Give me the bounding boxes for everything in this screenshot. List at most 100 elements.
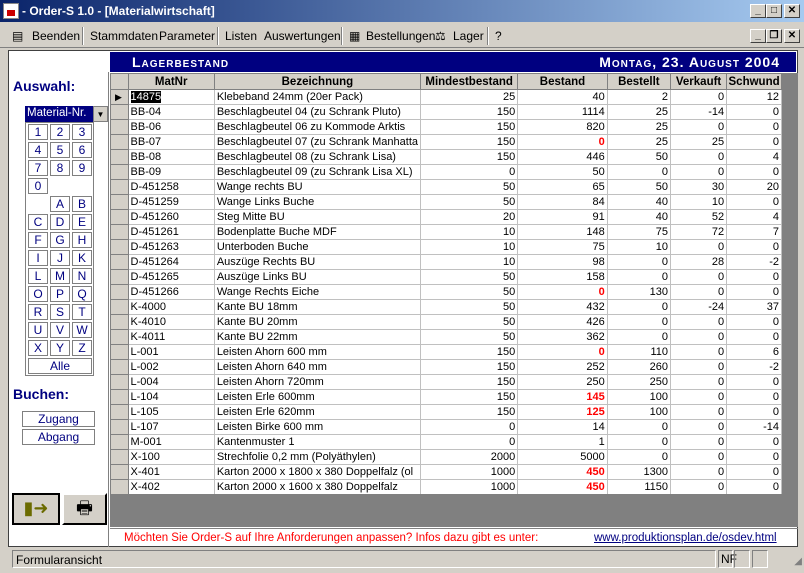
cell-matnr[interactable]: BB-09 <box>127 164 215 180</box>
column-header-matnr[interactable]: MatNr <box>127 73 215 90</box>
cell-schwund[interactable]: 20 <box>726 179 782 195</box>
cell-bezeichnung[interactable]: Bodenplatte Buche MDF <box>213 224 422 240</box>
table-row[interactable]: D-451263 Unterboden Buche 10 75 10 0 0 <box>110 239 782 255</box>
cell-bezeichnung[interactable]: Kante BU 18mm <box>213 299 422 315</box>
cell-matnr[interactable]: X-402 <box>127 479 215 495</box>
key-7-button[interactable]: 7 <box>28 160 48 176</box>
cell-bestand[interactable]: 84 <box>517 194 608 210</box>
cell-schwund[interactable]: -2 <box>726 254 782 270</box>
cell-bezeichnung[interactable]: Beschlagbeutel 04 (zu Schrank Pluto) <box>213 104 422 120</box>
cell-verkauft[interactable]: 0 <box>669 344 728 360</box>
cell-verkauft[interactable]: 0 <box>669 434 728 450</box>
table-row[interactable]: K-4000 Kante BU 18mm 50 432 0 -24 37 <box>110 299 782 315</box>
cell-bezeichnung[interactable]: Leisten Erle 600mm <box>213 389 422 405</box>
cell-mindestbestand[interactable]: 0 <box>419 434 519 450</box>
cell-schwund[interactable]: 37 <box>726 299 782 315</box>
menu-lager[interactable]: Lager <box>453 29 484 43</box>
row-selector[interactable] <box>110 119 129 135</box>
menu-help[interactable]: ? <box>495 29 502 43</box>
cell-schwund[interactable]: 6 <box>726 344 782 360</box>
key-f-button[interactable]: F <box>28 232 48 248</box>
cell-bestellt[interactable]: 40 <box>606 209 671 225</box>
key-c-button[interactable]: C <box>28 214 48 230</box>
row-selector[interactable] <box>110 389 129 405</box>
table-row[interactable]: D-451260 Steg Mitte BU 20 91 40 52 4 <box>110 209 782 225</box>
cell-schwund[interactable]: 0 <box>726 404 782 420</box>
row-selector[interactable] <box>110 374 129 390</box>
key-z-button[interactable]: Z <box>72 340 92 356</box>
table-row[interactable]: D-451261 Bodenplatte Buche MDF 10 148 75 72 7 <box>110 224 782 240</box>
cell-bestellt[interactable]: 110 <box>606 344 671 360</box>
cell-verkauft[interactable]: 52 <box>669 209 728 225</box>
cell-schwund[interactable]: 0 <box>726 389 782 405</box>
key-y-button[interactable]: Y <box>50 340 70 356</box>
cell-verkauft[interactable]: 25 <box>669 134 728 150</box>
table-row[interactable]: D-451264 Auszüge Rechts BU 10 98 0 28 -2 <box>110 254 782 270</box>
cell-schwund[interactable]: 0 <box>726 194 782 210</box>
cell-bestand[interactable]: 14 <box>517 419 608 435</box>
cell-verkauft[interactable]: 0 <box>669 239 728 255</box>
cell-bestand[interactable]: 820 <box>517 119 608 135</box>
row-selector[interactable] <box>110 449 129 465</box>
key-8-button[interactable]: 8 <box>50 160 70 176</box>
cell-mindestbestand[interactable]: 150 <box>419 359 519 375</box>
row-selector[interactable] <box>110 419 129 435</box>
cell-bestellt[interactable]: 130 <box>606 284 671 300</box>
cell-bestellt[interactable]: 0 <box>606 329 671 345</box>
cell-matnr[interactable]: L-104 <box>127 389 215 405</box>
cell-bestellt[interactable]: 0 <box>606 299 671 315</box>
key-l-button[interactable]: L <box>28 268 48 284</box>
cell-bestellt[interactable]: 0 <box>606 164 671 180</box>
resize-grip-icon[interactable]: ◢ <box>794 556 802 567</box>
key-m-button[interactable]: M <box>50 268 70 284</box>
cell-verkauft[interactable]: 10 <box>669 194 728 210</box>
cell-schwund[interactable]: 0 <box>726 314 782 330</box>
table-row[interactable]: BB-04 Beschlagbeutel 04 (zu Schrank Pluto… <box>110 104 782 120</box>
column-header-verkauft[interactable]: Verkauft <box>669 73 728 90</box>
cell-mindestbestand[interactable]: 2000 <box>419 449 519 465</box>
cell-mindestbestand[interactable]: 50 <box>419 179 519 195</box>
cell-schwund[interactable]: 0 <box>726 164 782 180</box>
menu-parameter[interactable]: Parameter <box>159 29 215 43</box>
cell-bezeichnung[interactable]: Kante BU 22mm <box>213 329 422 345</box>
row-selector[interactable] <box>110 179 129 195</box>
cell-matnr[interactable]: D-451263 <box>127 239 215 255</box>
cell-mindestbestand[interactable]: 1000 <box>419 464 519 480</box>
cell-mindestbestand[interactable]: 50 <box>419 314 519 330</box>
row-selector[interactable] <box>110 254 129 270</box>
row-selector[interactable] <box>110 164 129 180</box>
key-j-button[interactable]: J <box>50 250 70 266</box>
cell-matnr[interactable]: X-100 <box>127 449 215 465</box>
menu-bestellungen[interactable]: Bestellungen <box>366 29 435 43</box>
row-selector[interactable] <box>110 314 129 330</box>
cell-matnr[interactable]: D-451264 <box>127 254 215 270</box>
cell-mindestbestand[interactable]: 20 <box>419 209 519 225</box>
cell-bezeichnung[interactable]: Karton 2000 x 1600 x 380 Doppelfalz <box>213 479 422 495</box>
cell-schwund[interactable]: 4 <box>726 149 782 165</box>
cell-schwund[interactable]: 0 <box>726 134 782 150</box>
cell-bezeichnung[interactable]: Wange rechts BU <box>213 179 422 195</box>
cell-bestellt[interactable]: 0 <box>606 314 671 330</box>
cell-bestellt[interactable]: 25 <box>606 104 671 120</box>
key-p-button[interactable]: P <box>50 286 70 302</box>
cell-verkauft[interactable]: 0 <box>669 164 728 180</box>
cell-verkauft[interactable]: 0 <box>669 404 728 420</box>
table-row[interactable]: L-002 Leisten Ahorn 640 mm 150 252 260 0 -2 <box>110 359 782 375</box>
cell-matnr[interactable]: L-001 <box>127 344 215 360</box>
cell-verkauft[interactable]: 0 <box>669 479 728 495</box>
cell-mindestbestand[interactable]: 0 <box>419 164 519 180</box>
footer-link[interactable]: www.produktionsplan.de/osdev.html <box>594 532 777 544</box>
cell-bezeichnung[interactable]: Kantenmuster 1 <box>213 434 422 450</box>
key-u-button[interactable]: U <box>28 322 48 338</box>
cell-bestand[interactable]: 1114 <box>517 104 608 120</box>
row-selector[interactable] <box>110 284 129 300</box>
cell-bestand[interactable]: 0 <box>517 134 608 150</box>
row-selector[interactable] <box>110 404 129 420</box>
key-h-button[interactable]: H <box>72 232 92 248</box>
cell-schwund[interactable]: -2 <box>726 359 782 375</box>
key-5-button[interactable]: 5 <box>50 142 70 158</box>
cell-matnr[interactable]: BB-04 <box>127 104 215 120</box>
cell-matnr[interactable]: K-4010 <box>127 314 215 330</box>
cell-bestand[interactable]: 250 <box>517 374 608 390</box>
cell-verkauft[interactable]: 0 <box>669 269 728 285</box>
